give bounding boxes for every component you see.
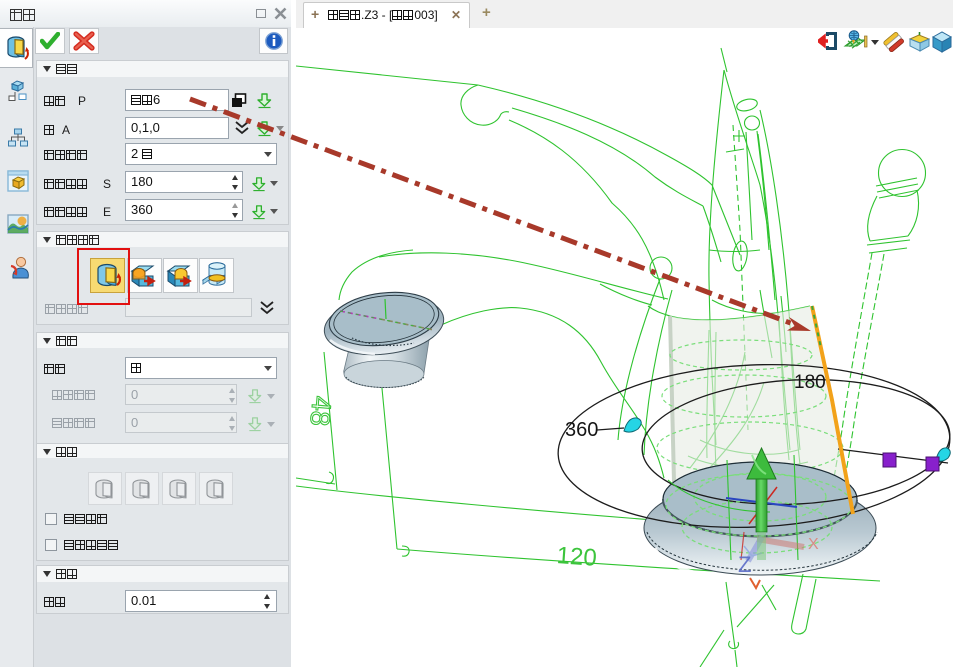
svg-text:360: 360: [565, 419, 598, 441]
svg-text:180: 180: [794, 372, 826, 393]
svg-text:120: 120: [556, 542, 598, 572]
svg-text:48: 48: [304, 395, 337, 428]
svg-text:X: X: [808, 536, 819, 553]
svg-text:Z: Z: [738, 552, 751, 577]
